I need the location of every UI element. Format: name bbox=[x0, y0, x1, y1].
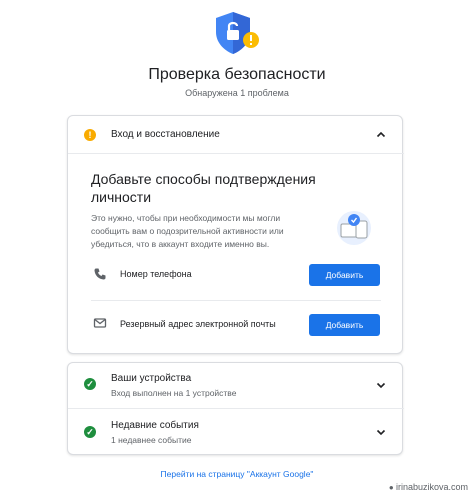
chevron-down-icon[interactable] bbox=[376, 427, 386, 437]
recent-events-section[interactable]: ✓ Недавние события 1 недавнее событие bbox=[68, 409, 404, 455]
page-subtitle: Обнаружена 1 проблема bbox=[185, 88, 289, 98]
check-circle-icon: ✓ bbox=[84, 378, 96, 390]
email-icon bbox=[93, 318, 107, 328]
shield-lock-icon bbox=[216, 12, 259, 54]
backup-email-label: Резервный адрес электронной почты bbox=[120, 319, 276, 329]
add-backup-email-button[interactable]: Добавить bbox=[309, 314, 380, 336]
google-account-link[interactable]: Перейти на страницу "Аккаунт Google" bbox=[0, 469, 474, 479]
signin-recovery-card: ! Вход и восстановление Добавьте способы… bbox=[67, 115, 404, 354]
check-circle-icon: ✓ bbox=[84, 426, 96, 438]
devices-subtitle: Вход выполнен на 1 устройстве bbox=[111, 388, 237, 398]
recent-events-subtitle: 1 недавнее событие bbox=[111, 435, 192, 445]
recent-events-title: Недавние события bbox=[111, 420, 199, 431]
add-verification-description: Это нужно, чтобы при необходимости мы мо… bbox=[91, 213, 284, 249]
chevron-up-icon[interactable] bbox=[376, 130, 386, 140]
phone-icon bbox=[94, 268, 106, 280]
watermark: ● irinabuzikova.com bbox=[388, 482, 468, 492]
add-phone-button[interactable]: Добавить bbox=[309, 264, 380, 286]
add-verification-heading: Добавьте способы подтверждения личности bbox=[91, 171, 316, 205]
security-shield-hero bbox=[0, 10, 474, 56]
devices-section[interactable]: ✓ Ваши устройства Вход выполнен на 1 уст… bbox=[68, 363, 404, 409]
globe-icon: ● bbox=[388, 483, 396, 492]
warning-icon: ! bbox=[84, 129, 96, 141]
signin-recovery-header[interactable]: ! Вход и восстановление bbox=[68, 116, 404, 154]
signin-recovery-title: Вход и восстановление bbox=[111, 129, 220, 140]
chevron-down-icon[interactable] bbox=[376, 380, 386, 390]
page-title: Проверка безопасности bbox=[148, 66, 326, 83]
phone-number-label: Номер телефона bbox=[120, 269, 192, 279]
devices-events-card: ✓ Ваши устройства Вход выполнен на 1 уст… bbox=[67, 362, 404, 455]
row-divider bbox=[91, 300, 381, 301]
devices-title: Ваши устройства bbox=[111, 373, 192, 384]
devices-illustration-icon bbox=[337, 211, 371, 245]
